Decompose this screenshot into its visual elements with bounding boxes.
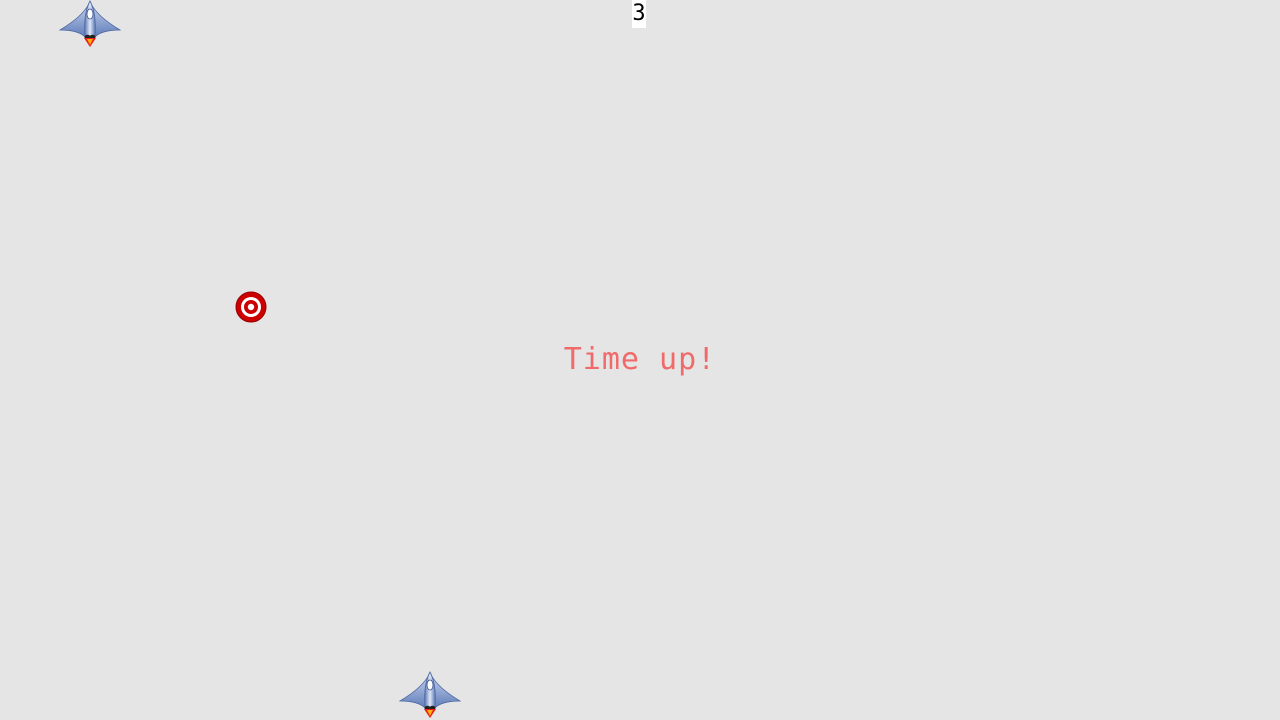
spaceship-icon	[399, 671, 461, 718]
bullseye-target-icon[interactable]	[235, 291, 267, 323]
enemy-spaceship-icon	[59, 0, 121, 48]
game-canvas[interactable]: 3 Time up!	[0, 0, 1280, 720]
spaceship-icon	[59, 0, 121, 47]
player-spaceship-icon[interactable]	[399, 671, 461, 719]
score-counter: 3	[632, 0, 646, 28]
time-up-message: Time up!	[563, 342, 717, 377]
